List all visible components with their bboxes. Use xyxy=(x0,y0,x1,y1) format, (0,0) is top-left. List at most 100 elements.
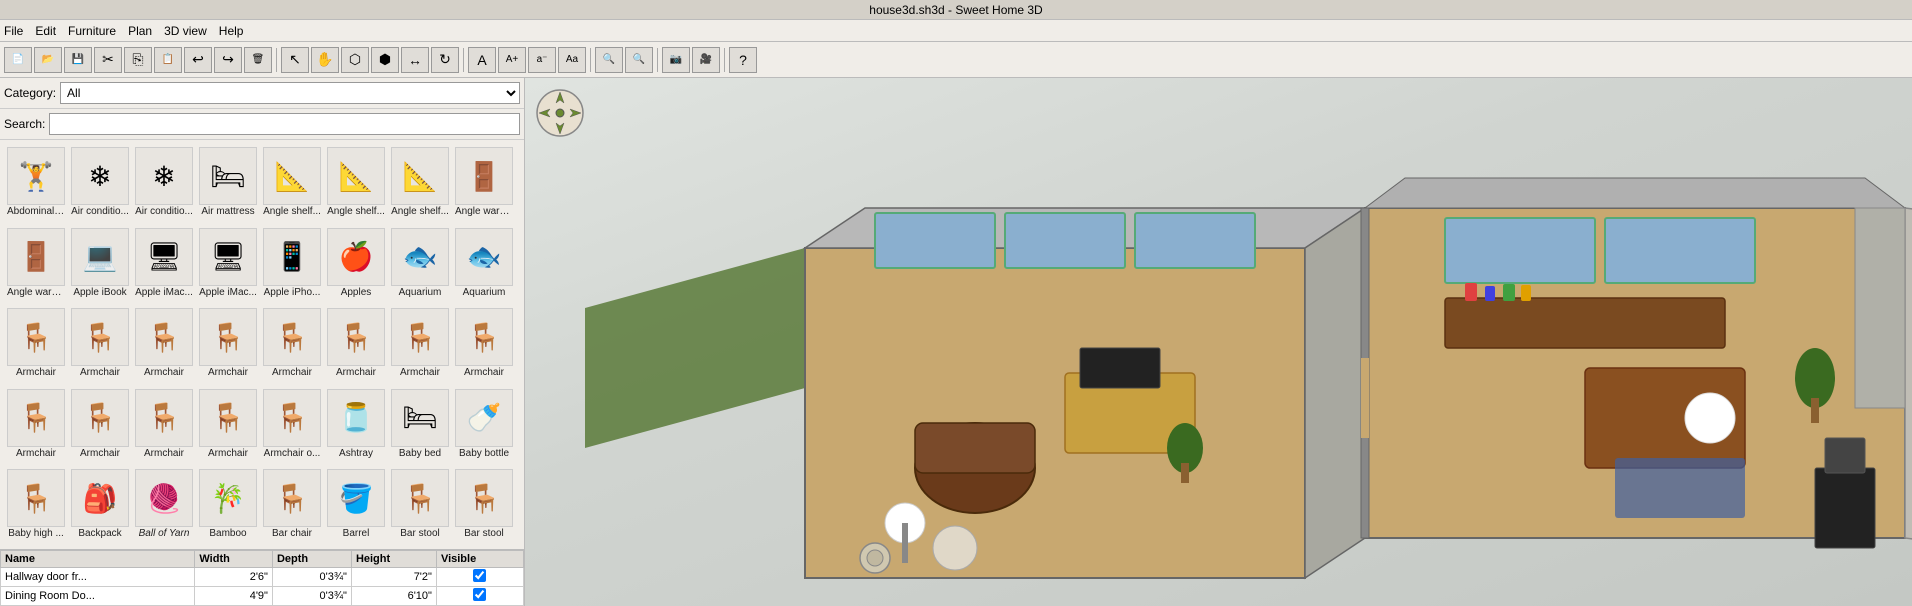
toolbar-button-3[interactable]: ✂ xyxy=(94,47,122,73)
category-row: Category: All xyxy=(0,78,524,109)
furniture-item-25[interactable]: 🪑Armchair xyxy=(68,386,130,465)
furniture-item-0[interactable]: 🏋Abdominal ... xyxy=(4,144,66,223)
toolbar-button-12[interactable]: ⬡ xyxy=(341,47,369,73)
furniture-item-5[interactable]: 📐Angle shelf... xyxy=(324,144,386,223)
toolbar-button-4[interactable]: ⎘ xyxy=(124,47,152,73)
toolbar-button-15[interactable]: ↻ xyxy=(431,47,459,73)
furniture-item-21[interactable]: 🪑Armchair xyxy=(324,305,386,384)
cell-visible[interactable] xyxy=(436,587,523,606)
furniture-item-11[interactable]: 🖥Apple iMac... xyxy=(196,225,258,304)
toolbar-button-0[interactable]: 📄 xyxy=(4,47,32,73)
furniture-label-17: Armchair xyxy=(71,367,129,378)
toolbar-button-23[interactable]: 🔍 xyxy=(625,47,653,73)
toolbar-button-5[interactable]: 📋 xyxy=(154,47,182,73)
furniture-item-22[interactable]: 🪑Armchair xyxy=(388,305,450,384)
furniture-item-1[interactable]: ❄Air conditio... xyxy=(68,144,130,223)
furniture-item-31[interactable]: 🍼Baby bottle xyxy=(452,386,514,465)
toolbar-separator xyxy=(590,48,591,72)
furniture-item-10[interactable]: 🖥Apple iMac... xyxy=(132,225,194,304)
toolbar-button-17[interactable]: A xyxy=(468,47,496,73)
col-width: Width xyxy=(195,551,273,568)
furniture-item-24[interactable]: 🪑Armchair xyxy=(4,386,66,465)
furniture-item-30[interactable]: 🛏Baby bed xyxy=(388,386,450,465)
visibility-checkbox[interactable] xyxy=(473,569,486,582)
toolbar-button-6[interactable]: ↩ xyxy=(184,47,212,73)
toolbar-button-2[interactable]: 💾 xyxy=(64,47,92,73)
toolbar-button-1[interactable]: 📂 xyxy=(34,47,62,73)
furniture-item-27[interactable]: 🪑Armchair xyxy=(196,386,258,465)
table-row[interactable]: Dining Room Do...4'9"0'3¾"6'10" xyxy=(1,587,524,606)
toolbar-button-8[interactable]: 🗑 xyxy=(244,47,272,73)
col-name: Name xyxy=(1,551,195,568)
furniture-item-37[interactable]: 🪣Barrel xyxy=(324,466,386,545)
toolbar-button-13[interactable]: ⬢ xyxy=(371,47,399,73)
3d-view-area[interactable] xyxy=(525,78,1912,606)
window-title: house3d.sh3d - Sweet Home 3D xyxy=(869,3,1042,17)
toolbar-button-28[interactable]: ? xyxy=(729,47,757,73)
cell-visible[interactable] xyxy=(436,568,523,587)
toolbar-button-11[interactable]: ✋ xyxy=(311,47,339,73)
furniture-label-30: Baby bed xyxy=(391,448,449,459)
furniture-item-14[interactable]: 🐟Aquarium xyxy=(388,225,450,304)
toolbar-button-19[interactable]: a⁻ xyxy=(528,47,556,73)
compass-widget[interactable] xyxy=(535,88,585,138)
furniture-item-17[interactable]: 🪑Armchair xyxy=(68,305,130,384)
furniture-label-11: Apple iMac... xyxy=(199,287,257,298)
furniture-item-3[interactable]: 🛏Air mattress xyxy=(196,144,258,223)
furniture-item-39[interactable]: 🪑Bar stool xyxy=(452,466,514,545)
menu-item-plan[interactable]: Plan xyxy=(128,24,152,38)
furniture-label-19: Armchair xyxy=(199,367,257,378)
furniture-item-29[interactable]: 🫙Ashtray xyxy=(324,386,386,465)
menu-item-help[interactable]: Help xyxy=(219,24,244,38)
toolbar-button-20[interactable]: Aa xyxy=(558,47,586,73)
toolbar-button-14[interactable]: ↔ xyxy=(401,47,429,73)
toolbar-separator xyxy=(276,48,277,72)
furniture-item-8[interactable]: 🚪Angle ward... xyxy=(4,225,66,304)
toolbar-button-18[interactable]: A+ xyxy=(498,47,526,73)
furniture-item-12[interactable]: 📱Apple iPho... xyxy=(260,225,322,304)
furniture-item-18[interactable]: 🪑Armchair xyxy=(132,305,194,384)
furniture-item-36[interactable]: 🪑Bar chair xyxy=(260,466,322,545)
menu-item-furniture[interactable]: Furniture xyxy=(68,24,116,38)
toolbar-button-22[interactable]: 🔍 xyxy=(595,47,623,73)
menu-item-file[interactable]: File xyxy=(4,24,23,38)
furniture-label-4: Angle shelf... xyxy=(263,206,321,217)
furniture-item-38[interactable]: 🪑Bar stool xyxy=(388,466,450,545)
furniture-label-27: Armchair xyxy=(199,448,257,459)
furniture-item-16[interactable]: 🪑Armchair xyxy=(4,305,66,384)
menu-item-edit[interactable]: Edit xyxy=(35,24,56,38)
cell-width: 2'6" xyxy=(195,568,273,587)
furniture-item-26[interactable]: 🪑Armchair xyxy=(132,386,194,465)
toolbar-button-10[interactable]: ↖ xyxy=(281,47,309,73)
furniture-item-15[interactable]: 🐟Aquarium xyxy=(452,225,514,304)
toolbar-button-25[interactable]: 📷 xyxy=(662,47,690,73)
furniture-item-34[interactable]: 🧶Ball of Yarn xyxy=(132,466,194,545)
cell-height: 6'10" xyxy=(351,587,436,606)
visibility-checkbox[interactable] xyxy=(473,588,486,601)
furniture-item-19[interactable]: 🪑Armchair xyxy=(196,305,258,384)
furniture-item-35[interactable]: 🎋Bamboo xyxy=(196,466,258,545)
cell-name: Hallway door fr... xyxy=(1,568,195,587)
furniture-item-9[interactable]: 💻Apple iBook xyxy=(68,225,130,304)
furniture-item-33[interactable]: 🎒Backpack xyxy=(68,466,130,545)
furniture-item-13[interactable]: 🍎Apples xyxy=(324,225,386,304)
menu-item-3d-view[interactable]: 3D view xyxy=(164,24,207,38)
furniture-item-23[interactable]: 🪑Armchair xyxy=(452,305,514,384)
furniture-label-15: Aquarium xyxy=(455,287,513,298)
compass-svg xyxy=(535,88,585,138)
furniture-item-2[interactable]: ❄Air conditio... xyxy=(132,144,194,223)
furniture-item-7[interactable]: 🚪Angle ward... xyxy=(452,144,514,223)
furniture-item-6[interactable]: 📐Angle shelf... xyxy=(388,144,450,223)
furniture-label-3: Air mattress xyxy=(199,206,257,217)
furniture-item-20[interactable]: 🪑Armchair xyxy=(260,305,322,384)
category-select[interactable]: All xyxy=(60,82,520,104)
furniture-item-28[interactable]: 🪑Armchair o... xyxy=(260,386,322,465)
toolbar-button-7[interactable]: ↪ xyxy=(214,47,242,73)
toolbar-button-26[interactable]: 🎥 xyxy=(692,47,720,73)
cell-depth: 0'3¾" xyxy=(272,568,351,587)
furniture-item-4[interactable]: 📐Angle shelf... xyxy=(260,144,322,223)
furniture-label-9: Apple iBook xyxy=(71,287,129,298)
table-row[interactable]: Hallway door fr...2'6"0'3¾"7'2" xyxy=(1,568,524,587)
furniture-item-32[interactable]: 🪑Baby high ... xyxy=(4,466,66,545)
search-input[interactable] xyxy=(49,113,520,135)
